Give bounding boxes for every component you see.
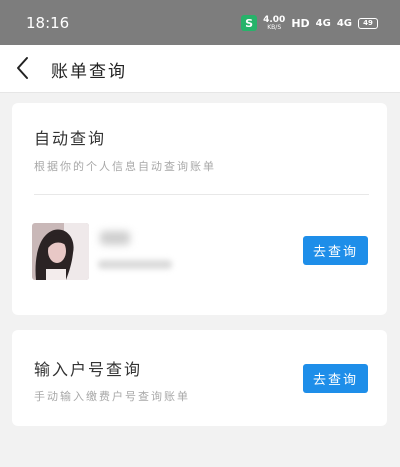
manual-query-button[interactable]: 去查询 xyxy=(303,364,368,393)
page-title: 账单查询 xyxy=(51,62,127,82)
navigation-bar: 账单查询 xyxy=(0,45,400,93)
divider xyxy=(34,194,369,195)
hd-icon: HD xyxy=(291,16,310,30)
network-speed: 4.00 KB/S xyxy=(263,15,285,31)
auto-query-description: 根据你的个人信息自动查询账单 xyxy=(34,160,216,173)
network-speed-unit: KB/S xyxy=(267,23,282,31)
avatar xyxy=(32,223,89,280)
auto-query-button[interactable]: 去查询 xyxy=(303,236,368,265)
signal-icon: 4G xyxy=(315,17,331,29)
blurred-account xyxy=(98,260,172,269)
back-chevron-icon[interactable] xyxy=(10,51,42,85)
battery-icon: 49 xyxy=(358,17,378,29)
auto-query-card: 自动查询 根据你的个人信息自动查询账单 去查询 xyxy=(12,103,387,315)
auto-query-title: 自动查询 xyxy=(34,129,107,148)
manual-query-description: 手动输入缴费户号查询账单 xyxy=(34,390,190,403)
manual-query-title: 输入户号查询 xyxy=(34,360,143,379)
status-time: 18:16 xyxy=(26,14,70,32)
status-bar: 18:16 S 4.00 KB/S HD 4G 4G 49 xyxy=(0,0,400,45)
blurred-username xyxy=(100,231,130,245)
manual-query-card: 输入户号查询 手动输入缴费户号查询账单 去查询 xyxy=(12,330,387,426)
avatar-photo-icon xyxy=(32,223,89,280)
status-icons: S 4.00 KB/S HD 4G 4G 49 xyxy=(241,13,378,33)
signal-icon-2: 4G xyxy=(336,17,352,29)
shield-icon: S xyxy=(241,15,258,31)
